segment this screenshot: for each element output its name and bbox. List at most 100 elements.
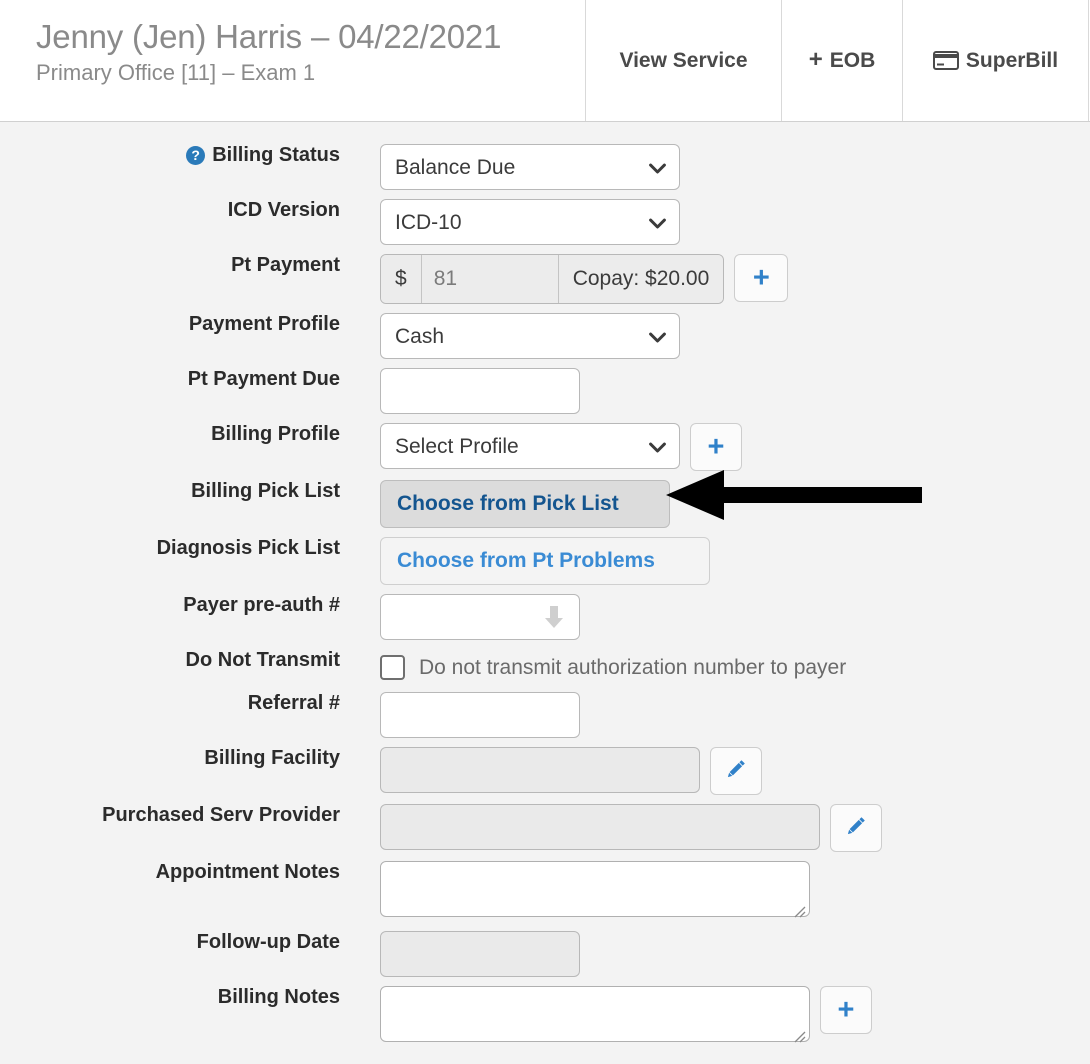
icd-version-select-wrap: ICD-10 (380, 199, 680, 245)
payer-preauth-field (340, 594, 580, 640)
row-billing-pick-list: Billing Pick List Choose from Pick List (0, 480, 1090, 528)
billing-profile-select-wrap: Select Profile (380, 423, 680, 469)
billing-status-select[interactable]: Balance Due (380, 144, 680, 190)
patient-name-date: Jenny (Jen) Harris – 04/22/2021 (36, 18, 502, 55)
icd-version-label: ICD Version (227, 199, 340, 221)
row-referral-number: Referral # (0, 692, 1090, 738)
superbill-label: SuperBill (965, 48, 1059, 72)
copay-text: Copay: $20.00 (558, 255, 724, 303)
row-billing-facility: Billing Facility (0, 747, 1090, 795)
row-icd-version: ICD Version ICD-10 (0, 199, 1090, 245)
billing-notes-wrap (380, 986, 810, 1047)
icd-version-select[interactable]: ICD-10 (380, 199, 680, 245)
plus-icon: + (808, 45, 823, 73)
referral-number-input[interactable] (380, 692, 580, 738)
pencil-icon (725, 758, 747, 785)
add-eob-button[interactable]: + EOB (782, 0, 903, 121)
choose-from-pick-list-label: Choose from Pick List (397, 492, 619, 515)
payment-profile-field: Cash (340, 313, 680, 359)
edit-purchased-serv-provider-button[interactable] (830, 804, 882, 852)
referral-number-field (340, 692, 580, 738)
followup-date-label: Follow-up Date (196, 931, 340, 953)
pencil-icon (845, 815, 867, 842)
row-purchased-serv-provider: Purchased Serv Provider (0, 804, 1090, 852)
plus-icon: + (707, 430, 725, 463)
purchased-serv-provider-input[interactable] (380, 804, 820, 850)
currency-symbol: $ (381, 255, 421, 303)
diagnosis-pick-list-label: Diagnosis Pick List (156, 537, 340, 559)
add-billing-profile-button[interactable]: + (690, 423, 742, 471)
payer-preauth-wrap (380, 594, 580, 640)
do-not-transmit-check-row: Do not transmit authorization number to … (380, 649, 846, 680)
choose-from-pick-list-button[interactable]: Choose from Pick List (380, 480, 670, 528)
row-billing-status: ? Billing Status Balance Due (0, 144, 1090, 190)
billing-status-select-wrap: Balance Due (380, 144, 680, 190)
view-service-label: View Service (619, 48, 748, 72)
patient-info-block: Jenny (Jen) Harris – 04/22/2021 Primary … (0, 0, 586, 121)
payment-profile-select-wrap: Cash (380, 313, 680, 359)
do-not-transmit-field: Do not transmit authorization number to … (340, 649, 846, 680)
page-header: Jenny (Jen) Harris – 04/22/2021 Primary … (0, 0, 1090, 122)
edit-billing-facility-button[interactable] (710, 747, 762, 795)
appointment-notes-wrap (380, 861, 810, 922)
billing-status-label: Billing Status (212, 144, 340, 166)
pt-payment-field: $ Copay: $20.00 + (340, 254, 789, 304)
view-service-button[interactable]: View Service (586, 0, 782, 121)
credit-card-icon (932, 51, 959, 70)
choose-from-pt-problems-label: Choose from Pt Problems (397, 549, 655, 572)
help-icon[interactable]: ? (186, 146, 206, 165)
billing-notes-textarea[interactable] (380, 986, 810, 1042)
referral-number-label: Referral # (247, 692, 340, 714)
add-pt-payment-button[interactable]: + (734, 254, 789, 302)
billing-facility-field (340, 747, 762, 795)
followup-date-field (340, 931, 580, 977)
row-do-not-transmit: Do Not Transmit Do not transmit authoriz… (0, 649, 1090, 680)
billing-profile-field: Select Profile + (340, 423, 742, 471)
row-appointment-notes: Appointment Notes (0, 861, 1090, 922)
billing-status-field: Balance Due (340, 144, 680, 190)
purchased-serv-provider-field (340, 804, 882, 852)
billing-facility-input[interactable] (380, 747, 700, 793)
appointment-notes-field (340, 861, 810, 922)
appointment-notes-textarea[interactable] (380, 861, 810, 917)
patient-location: Primary Office [11] – Exam 1 (36, 59, 316, 85)
row-billing-profile: Billing Profile Select Profile + (0, 423, 1090, 471)
billing-pick-list-label: Billing Pick List (191, 480, 340, 502)
add-billing-note-button[interactable]: + (820, 986, 872, 1034)
row-followup-date: Follow-up Date (0, 931, 1090, 977)
row-pt-payment-due: Pt Payment Due (0, 368, 1090, 414)
row-billing-notes: Billing Notes + (0, 986, 1090, 1047)
superbill-button[interactable]: SuperBill (903, 0, 1089, 121)
row-payment-profile: Payment Profile Cash (0, 313, 1090, 359)
billing-notes-label: Billing Notes (217, 986, 340, 1008)
pt-payment-input[interactable] (420, 255, 559, 303)
pt-payment-input-group: $ Copay: $20.00 (380, 254, 725, 304)
billing-pick-list-field: Choose from Pick List (340, 480, 670, 528)
pt-payment-label: Pt Payment (231, 254, 340, 276)
billing-facility-label: Billing Facility (204, 747, 340, 769)
pt-payment-due-field (340, 368, 580, 414)
followup-date-input[interactable] (380, 931, 580, 977)
plus-icon: + (837, 993, 855, 1026)
billing-profile-select[interactable]: Select Profile (380, 423, 680, 469)
plus-icon: + (752, 261, 770, 294)
billing-notes-field: + (340, 986, 872, 1047)
payer-preauth-input[interactable] (380, 594, 580, 640)
row-pt-payment: Pt Payment $ Copay: $20.00 + (0, 254, 1090, 304)
payment-profile-select[interactable]: Cash (380, 313, 680, 359)
do-not-transmit-checkbox-label: Do not transmit authorization number to … (419, 655, 847, 679)
payer-preauth-label: Payer pre-auth # (183, 594, 340, 616)
do-not-transmit-label: Do Not Transmit (185, 649, 340, 671)
choose-from-pt-problems-button[interactable]: Choose from Pt Problems (380, 537, 710, 585)
row-diagnosis-pick-list: Diagnosis Pick List Choose from Pt Probl… (0, 537, 1090, 585)
appointment-notes-label: Appointment Notes (155, 861, 340, 883)
billing-form: ? Billing Status Balance Due ICD Version… (0, 122, 1090, 1047)
pt-payment-due-input[interactable] (380, 368, 580, 414)
do-not-transmit-checkbox[interactable] (380, 655, 405, 680)
billing-status-label-wrap: ? Billing Status (0, 144, 340, 167)
purchased-serv-provider-label: Purchased Serv Provider (102, 804, 340, 826)
billing-profile-label: Billing Profile (211, 423, 340, 445)
diagnosis-pick-list-field: Choose from Pt Problems (340, 537, 710, 585)
payment-profile-label: Payment Profile (188, 313, 340, 335)
pt-payment-due-label: Pt Payment Due (187, 368, 340, 390)
